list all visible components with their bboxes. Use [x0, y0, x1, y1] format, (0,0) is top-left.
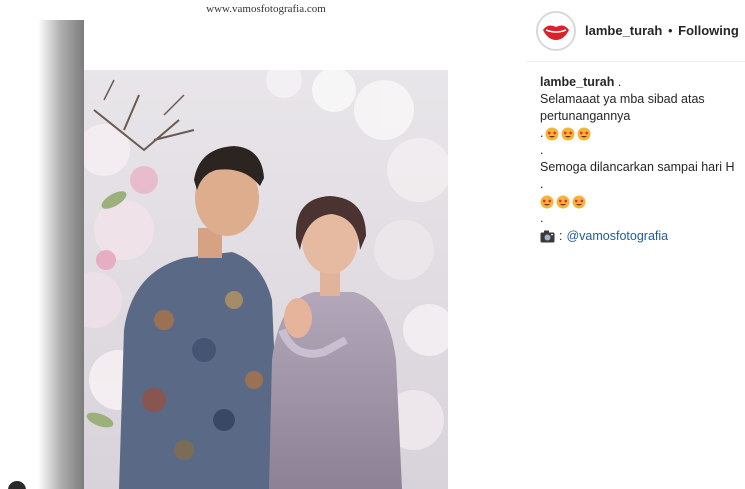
post-header: lambe_turah • Following	[526, 0, 745, 62]
lips-icon	[538, 12, 574, 49]
caption-header-line: lambe_turah .	[540, 74, 740, 91]
photo-credit: : @vamosfotografia	[540, 228, 740, 245]
photo-scene	[84, 60, 448, 489]
post-photo[interactable]: www.vamosfotografia.com	[84, 0, 448, 489]
header-username[interactable]: lambe_turah	[585, 23, 662, 38]
caption-after-username: .	[614, 75, 622, 89]
post-caption: lambe_turah . Selamaaat ya mba sibad ata…	[540, 74, 740, 245]
heart-eyes-emoji-icon	[561, 127, 575, 140]
caption-emoji-row-2	[540, 193, 740, 210]
post-media: www.vamosfotografia.com	[0, 0, 526, 489]
following-button[interactable]: Following	[678, 23, 739, 38]
photo-shadow	[38, 20, 88, 489]
caption-line-1: Selamaaat ya mba sibad atas	[540, 92, 705, 106]
caption-line-4: .	[540, 143, 544, 157]
caption-line-8: .	[540, 211, 544, 225]
credit-handle-link[interactable]: @vamosfotografia	[566, 228, 668, 245]
caption-dot-prefix: .	[540, 126, 544, 140]
caption-line-2: pertunangannya	[540, 109, 631, 123]
photo-torn-header: www.vamosfotografia.com	[84, 0, 448, 70]
heart-eyes-emoji-icon	[577, 127, 591, 140]
heart-eyes-emoji-icon	[572, 195, 586, 208]
photo-watermark: www.vamosfotografia.com	[206, 3, 326, 15]
heart-eyes-emoji-icon	[540, 195, 554, 208]
caption-line-5: Semoga dilancarkan sampai hari H	[540, 160, 735, 174]
heart-eyes-emoji-icon	[545, 127, 559, 140]
caption-username[interactable]: lambe_turah	[540, 75, 614, 89]
heart-eyes-emoji-icon	[556, 195, 570, 208]
header-separator: •	[667, 23, 673, 38]
camera-icon	[540, 230, 555, 243]
avatar[interactable]	[536, 10, 576, 51]
header-text: lambe_turah • Following	[585, 23, 739, 38]
more-icon[interactable]	[8, 481, 26, 489]
caption-emoji-row-1: .	[540, 125, 740, 142]
caption-line-6: .	[540, 177, 544, 191]
post-panel: lambe_turah • Following lambe_turah . Se…	[526, 0, 745, 489]
credit-prefix: :	[559, 229, 563, 243]
